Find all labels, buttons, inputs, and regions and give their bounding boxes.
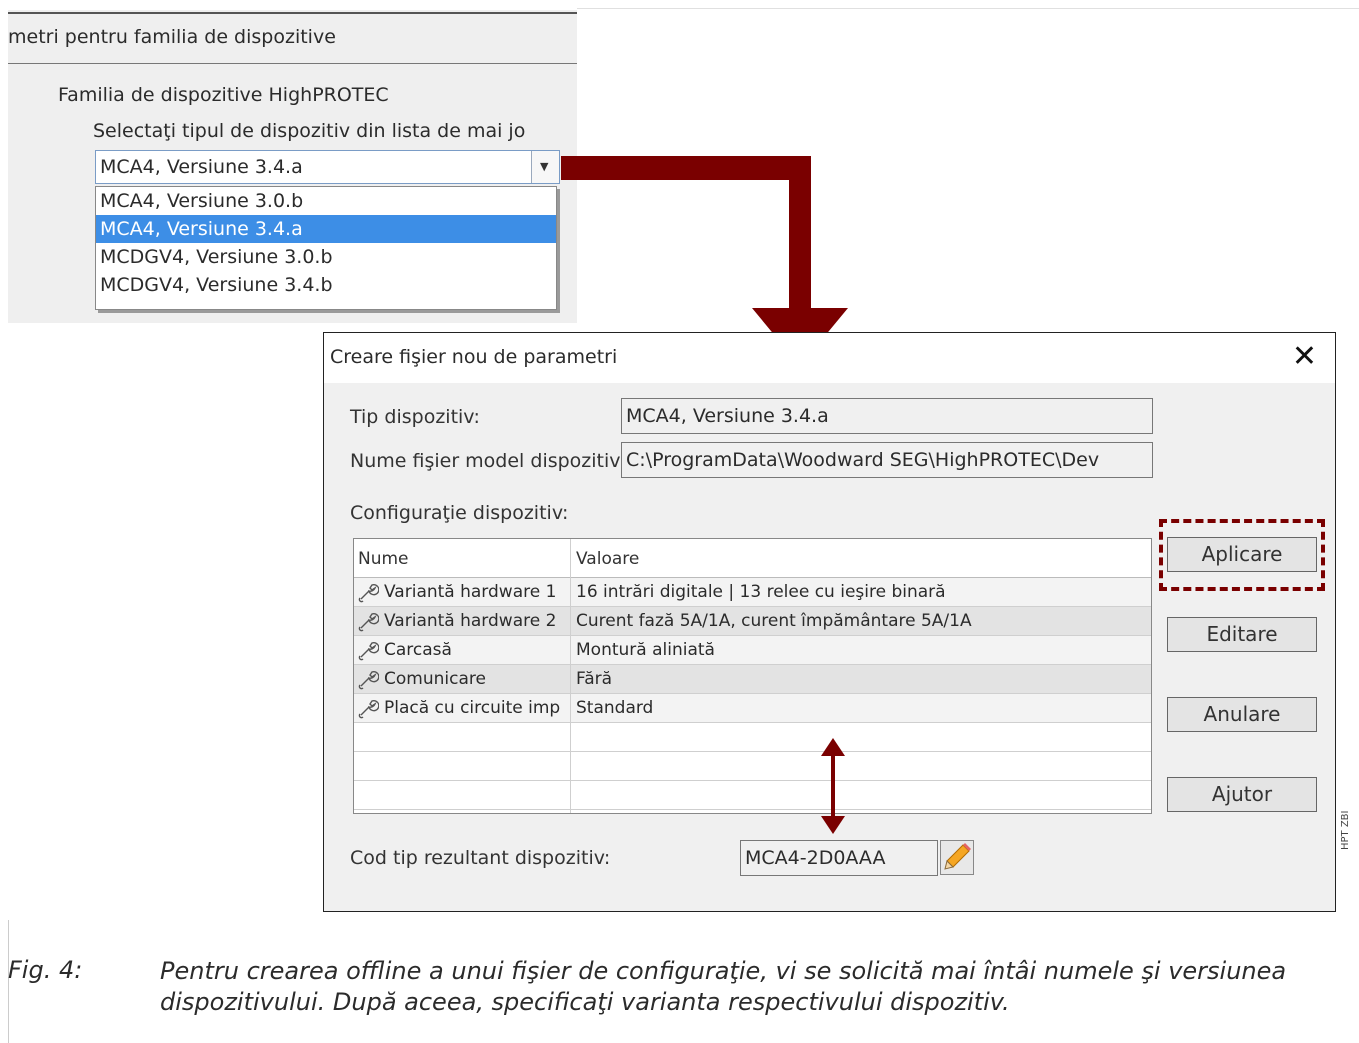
pencil-icon bbox=[944, 843, 971, 870]
dropdown-option-selected[interactable]: MCA4, Versiune 3.4.a bbox=[96, 215, 556, 243]
new-parameter-file-dialog: Creare fişier nou de parametri ✕ Tip dis… bbox=[323, 332, 1336, 912]
panel-top-rule bbox=[8, 12, 577, 14]
dropdown-list: MCA4, Versiune 3.0.b MCA4, Versiune 3.4.… bbox=[95, 186, 557, 310]
configuration-table: Nume Valoare Variantă hardware 1 16 intr… bbox=[353, 538, 1152, 814]
device-type-field[interactable]: MCA4, Versiune 3.4.a bbox=[621, 398, 1153, 434]
table-row-empty bbox=[354, 781, 1151, 810]
side-tag: HPT ZBI bbox=[1340, 810, 1351, 851]
column-header-name: Nume bbox=[358, 549, 409, 569]
connector-arrow-vertical bbox=[789, 156, 811, 316]
select-device-label: Selectaţi tipul de dispozitiv din lista … bbox=[93, 120, 526, 142]
row-name: Placă cu circuite imp bbox=[384, 698, 561, 718]
device-type-dropdown[interactable]: MCA4, Versiune 3.4.a ▼ bbox=[95, 150, 560, 184]
wrench-icon bbox=[358, 612, 379, 632]
wrench-icon bbox=[358, 670, 379, 690]
configuration-label: Configuraţie dispozitiv: bbox=[350, 502, 569, 524]
model-file-label: Nume fişier model dispozitiv: bbox=[350, 450, 620, 472]
column-divider bbox=[570, 539, 571, 813]
close-icon[interactable]: ✕ bbox=[1292, 337, 1317, 377]
table-header: Nume Valoare bbox=[354, 539, 1151, 578]
row-value: 16 intrări digitale | 13 relee cu ieşire… bbox=[576, 582, 946, 602]
device-family-panel: metri pentru familia de dispozitive Fami… bbox=[8, 10, 577, 323]
table-row[interactable]: Variantă hardware 2 Curent fază 5A/1A, c… bbox=[354, 607, 1151, 636]
wrench-icon bbox=[358, 699, 379, 719]
apply-button[interactable]: Aplicare bbox=[1167, 537, 1317, 572]
chevron-down-icon: ▼ bbox=[540, 160, 549, 173]
device-type-label: Tip dispozitiv: bbox=[350, 406, 480, 428]
dropdown-option[interactable]: MCDGV4, Versiune 3.4.b bbox=[96, 271, 556, 299]
table-row[interactable]: Comunicare Fără bbox=[354, 665, 1151, 694]
edit-button[interactable]: Editare bbox=[1167, 617, 1317, 652]
wrench-icon bbox=[358, 583, 379, 603]
edit-code-button[interactable] bbox=[940, 840, 974, 875]
table-row[interactable]: Placă cu circuite imp Standard bbox=[354, 694, 1151, 723]
dropdown-value: MCA4, Versiune 3.4.a bbox=[100, 156, 303, 178]
dropdown-option[interactable]: MCA4, Versiune 3.0.b bbox=[96, 187, 556, 215]
row-name: Variantă hardware 2 bbox=[384, 611, 557, 631]
panel-header-rule bbox=[8, 63, 577, 64]
row-name: Variantă hardware 1 bbox=[384, 582, 557, 602]
dialog-title: Creare fişier nou de parametri bbox=[330, 346, 618, 368]
table-row[interactable]: Carcasă Montură aliniată bbox=[354, 636, 1151, 665]
row-value: Montură aliniată bbox=[576, 640, 715, 660]
row-value: Fără bbox=[576, 669, 613, 689]
result-code-label: Cod tip rezultant dispozitiv: bbox=[350, 847, 611, 869]
row-name: Carcasă bbox=[384, 640, 452, 660]
top-border-line bbox=[577, 8, 1359, 9]
double-arrow-icon bbox=[821, 738, 845, 834]
figure-number: Fig. 4: bbox=[8, 956, 83, 984]
table-row-empty bbox=[354, 752, 1151, 781]
figure-caption: Pentru crearea offline a unui fişier de … bbox=[160, 957, 1287, 1016]
connector-arrow-horizontal bbox=[561, 156, 811, 180]
family-label: Familia de dispozitive HighPROTEC bbox=[58, 84, 389, 106]
cancel-button[interactable]: Anulare bbox=[1167, 697, 1317, 732]
row-value: Standard bbox=[576, 698, 654, 718]
column-header-value: Valoare bbox=[576, 549, 640, 569]
row-name: Comunicare bbox=[384, 669, 486, 689]
table-row[interactable]: Variantă hardware 1 16 intrări digitale … bbox=[354, 578, 1151, 607]
row-value: Curent fază 5A/1A, curent împământare 5A… bbox=[576, 611, 972, 631]
table-row-empty bbox=[354, 723, 1151, 752]
wrench-icon bbox=[358, 641, 379, 661]
dropdown-toggle-button[interactable]: ▼ bbox=[531, 151, 559, 183]
panel-header: metri pentru familia de dispozitive bbox=[8, 26, 336, 48]
help-button[interactable]: Ajutor bbox=[1167, 777, 1317, 812]
model-file-field[interactable]: C:\ProgramData\Woodward SEG\HighPROTEC\D… bbox=[621, 442, 1153, 478]
dropdown-option[interactable]: MCDGV4, Versiune 3.0.b bbox=[96, 243, 556, 271]
result-code-field[interactable]: MCA4-2D0AAA bbox=[740, 840, 938, 876]
